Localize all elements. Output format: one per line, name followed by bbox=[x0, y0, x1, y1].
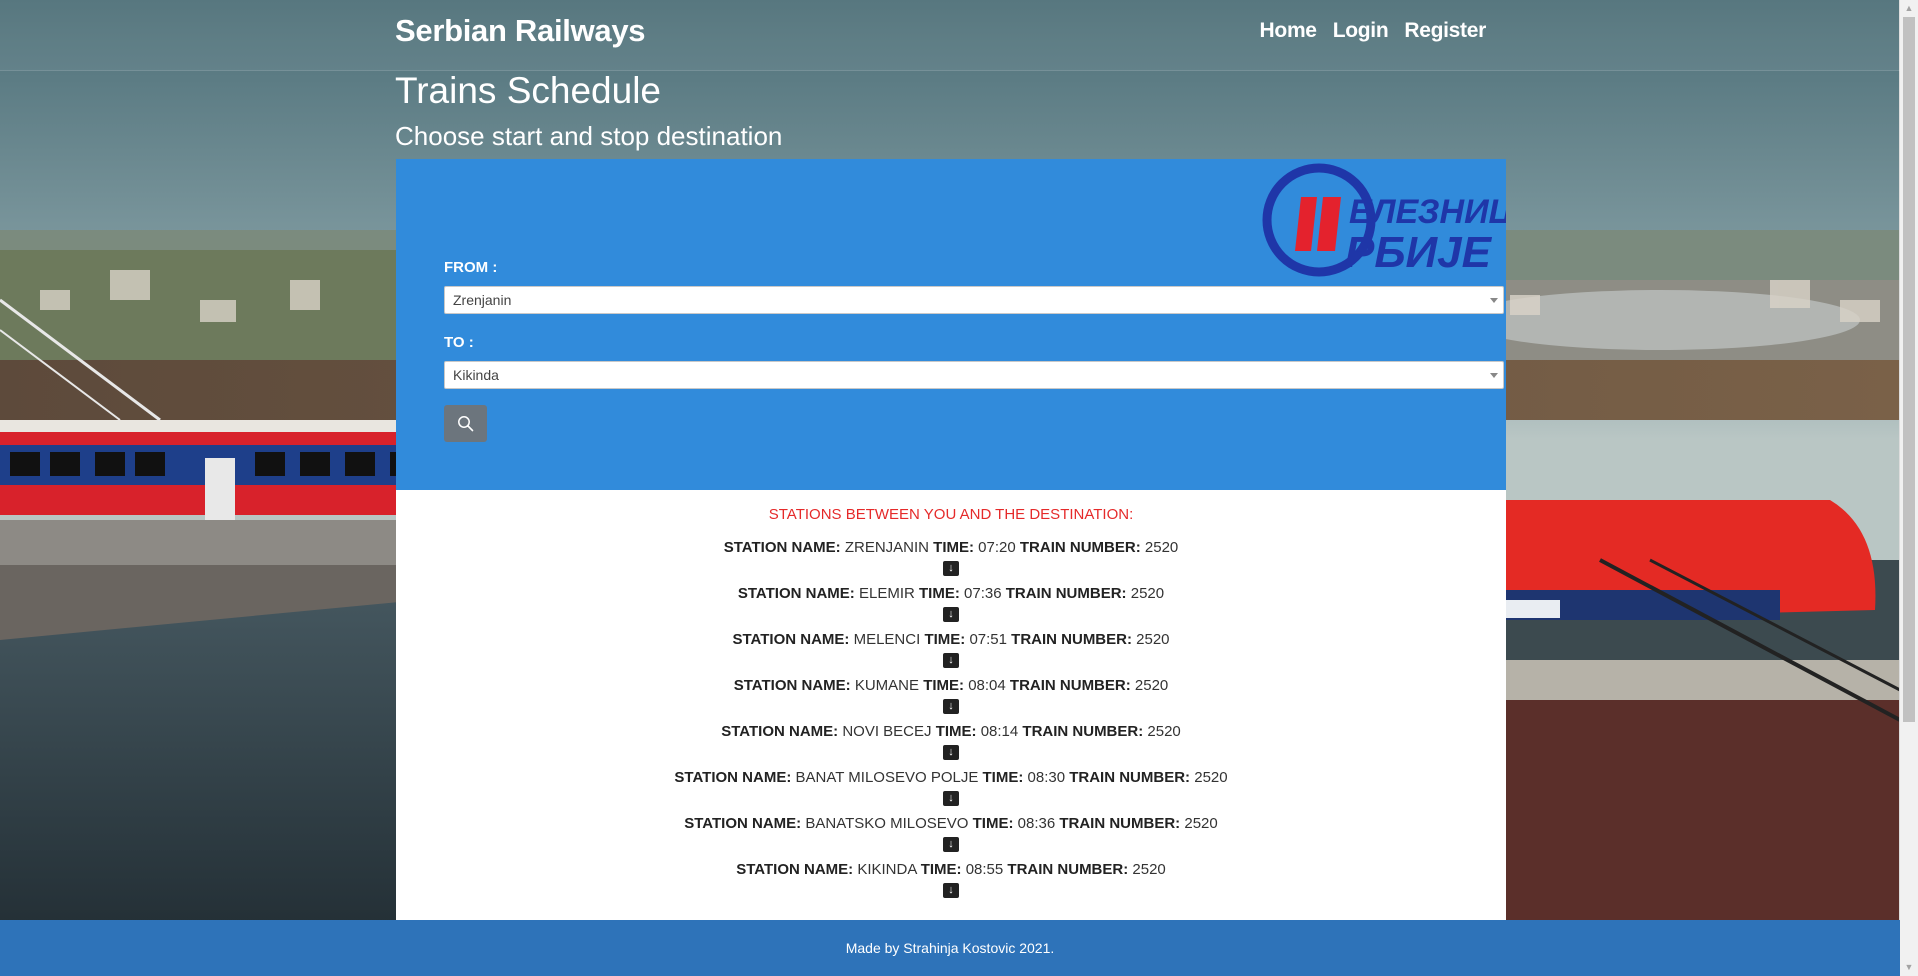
station-time-label: TIME: bbox=[982, 769, 1024, 786]
results-panel: STATIONS BETWEEN YOU AND THE DESTINATION… bbox=[396, 490, 1506, 920]
scroll-down-icon[interactable]: ▼ bbox=[1900, 959, 1918, 976]
station-row: STATION NAME: ELEMIR TIME: 07:36 TRAIN N… bbox=[396, 582, 1506, 607]
from-select[interactable]: Zrenjanin bbox=[444, 286, 1504, 314]
station-name-label: STATION NAME: bbox=[733, 677, 851, 694]
station-time-label: TIME: bbox=[935, 723, 977, 740]
nav-login-link[interactable]: Login bbox=[1333, 19, 1389, 43]
station-row: STATION NAME: BANAT MILOSEVO POLJE TIME:… bbox=[396, 766, 1506, 791]
scroll-up-icon[interactable]: ▲ bbox=[1900, 0, 1918, 17]
station-train-label: TRAIN NUMBER: bbox=[1022, 723, 1144, 740]
station-train-value: 2520 bbox=[1134, 677, 1169, 694]
station-train-label: TRAIN NUMBER: bbox=[1005, 585, 1127, 602]
station-row: STATION NAME: KUMANE TIME: 08:04 TRAIN N… bbox=[396, 674, 1506, 699]
search-icon bbox=[458, 416, 474, 432]
station-name-label: STATION NAME: bbox=[736, 861, 854, 878]
station-time-label: TIME: bbox=[924, 631, 966, 648]
station-time-value: 08:30 bbox=[1027, 769, 1066, 786]
station-time-value: 07:36 bbox=[964, 585, 1002, 602]
serbian-railways-logo-icon: ЕЛЕЗНИЦЕ РБИЈЕ bbox=[1262, 163, 1506, 277]
station-name-label: STATION NAME: bbox=[723, 539, 841, 556]
station-time-label: TIME: bbox=[919, 585, 960, 602]
station-name-value: MELENCI bbox=[853, 631, 921, 648]
station-train-value: 2520 bbox=[1144, 539, 1179, 556]
station-time-value: 07:51 bbox=[969, 631, 1007, 648]
station-name-label: STATION NAME: bbox=[684, 815, 802, 832]
station-row: STATION NAME: NOVI BECEJ TIME: 08:14 TRA… bbox=[396, 720, 1506, 745]
svg-text:ЕЛЕЗНИЦЕ: ЕЛЕЗНИЦЕ bbox=[1349, 193, 1506, 231]
arrow-down-icon: ↓ bbox=[943, 653, 959, 668]
station-name-value: BANATSKO MILOSEVO bbox=[805, 815, 969, 832]
arrow-down-icon: ↓ bbox=[943, 607, 959, 622]
station-row: STATION NAME: MELENCI TIME: 07:51 TRAIN … bbox=[396, 628, 1506, 653]
station-name-label: STATION NAME: bbox=[721, 723, 839, 740]
station-name-value: KIKINDA bbox=[857, 861, 917, 878]
arrow-down-icon: ↓ bbox=[943, 883, 959, 898]
footer-text: Made by Strahinja Kostovic 2021. bbox=[845, 940, 1055, 956]
station-train-value: 2520 bbox=[1136, 631, 1170, 648]
station-time-label: TIME: bbox=[972, 815, 1014, 832]
station-name-value: BANAT MILOSEVO POLJE bbox=[795, 769, 979, 786]
scrollbar[interactable]: ▲ ▼ bbox=[1899, 0, 1918, 976]
page-title: Trains Schedule bbox=[395, 70, 661, 111]
svg-text:РБИЈЕ: РБИЈЕ bbox=[1345, 228, 1493, 277]
search-panel: ЕЛЕЗНИЦЕ РБИЈЕ FROM : Zrenjanin TO : Kik… bbox=[396, 159, 1506, 490]
station-train-value: 2520 bbox=[1132, 861, 1166, 878]
station-row: STATION NAME: KIKINDA TIME: 08:55 TRAIN … bbox=[396, 858, 1506, 883]
nav-links: Home Login Register bbox=[1260, 19, 1487, 43]
from-label: FROM : bbox=[444, 259, 498, 276]
nav-register-link[interactable]: Register bbox=[1404, 19, 1486, 43]
page-subtitle: Choose start and stop destination bbox=[395, 121, 783, 151]
footer: Made by Strahinja Kostovic 2021. bbox=[0, 920, 1900, 976]
station-time-label: TIME: bbox=[920, 861, 962, 878]
arrow-down-icon: ↓ bbox=[943, 561, 959, 576]
station-time-label: TIME: bbox=[923, 677, 965, 694]
station-train-value: 2520 bbox=[1184, 815, 1218, 832]
station-time-label: TIME: bbox=[933, 539, 974, 556]
station-row: STATION NAME: BANATSKO MILOSEVO TIME: 08… bbox=[396, 812, 1506, 837]
station-name-value: NOVI BECEJ bbox=[842, 723, 932, 740]
from-select-value: Zrenjanin bbox=[453, 292, 512, 308]
nav-home-link[interactable]: Home bbox=[1260, 19, 1317, 43]
station-time-value: 08:55 bbox=[965, 861, 1004, 878]
chevron-down-icon bbox=[1490, 298, 1498, 303]
station-time-value: 08:36 bbox=[1017, 815, 1056, 832]
station-train-label: TRAIN NUMBER: bbox=[1059, 815, 1181, 832]
arrow-down-icon: ↓ bbox=[943, 745, 959, 760]
station-train-value: 2520 bbox=[1147, 723, 1181, 740]
to-select[interactable]: Kikinda bbox=[444, 361, 1504, 389]
station-name-label: STATION NAME: bbox=[732, 631, 850, 648]
chevron-down-icon bbox=[1490, 373, 1498, 378]
station-train-label: TRAIN NUMBER: bbox=[1019, 539, 1141, 556]
to-select-value: Kikinda bbox=[453, 367, 499, 383]
station-train-label: TRAIN NUMBER: bbox=[1009, 677, 1131, 694]
station-train-value: 2520 bbox=[1194, 769, 1228, 786]
search-button[interactable] bbox=[444, 405, 487, 442]
station-name-label: STATION NAME: bbox=[737, 585, 855, 602]
brand-logo-text[interactable]: Serbian Railways bbox=[395, 13, 646, 49]
arrow-down-icon: ↓ bbox=[943, 699, 959, 714]
arrow-down-icon: ↓ bbox=[943, 837, 959, 852]
station-train-label: TRAIN NUMBER: bbox=[1011, 631, 1132, 648]
to-label: TO : bbox=[444, 334, 474, 351]
station-name-value: KUMANE bbox=[854, 677, 920, 694]
station-time-value: 07:20 bbox=[978, 539, 1016, 556]
station-train-label: TRAIN NUMBER: bbox=[1069, 769, 1191, 786]
station-name-value: ZRENJANIN bbox=[844, 539, 929, 556]
station-name-value: ELEMIR bbox=[858, 585, 915, 602]
station-train-value: 2520 bbox=[1130, 585, 1165, 602]
station-time-value: 08:04 bbox=[968, 677, 1006, 694]
station-row: STATION NAME: ZRENJANIN TIME: 07:20 TRAI… bbox=[396, 536, 1506, 561]
station-name-label: STATION NAME: bbox=[674, 769, 792, 786]
scrollbar-thumb[interactable] bbox=[1903, 17, 1915, 722]
results-title: STATIONS BETWEEN YOU AND THE DESTINATION… bbox=[768, 506, 1134, 523]
station-list: STATION NAME: ZRENJANIN TIME: 07:20 TRAI… bbox=[396, 536, 1506, 898]
station-time-value: 08:14 bbox=[980, 723, 1019, 740]
station-train-label: TRAIN NUMBER: bbox=[1007, 861, 1129, 878]
arrow-down-icon: ↓ bbox=[943, 791, 959, 806]
navbar: Serbian Railways Home Login Register bbox=[0, 0, 1900, 71]
